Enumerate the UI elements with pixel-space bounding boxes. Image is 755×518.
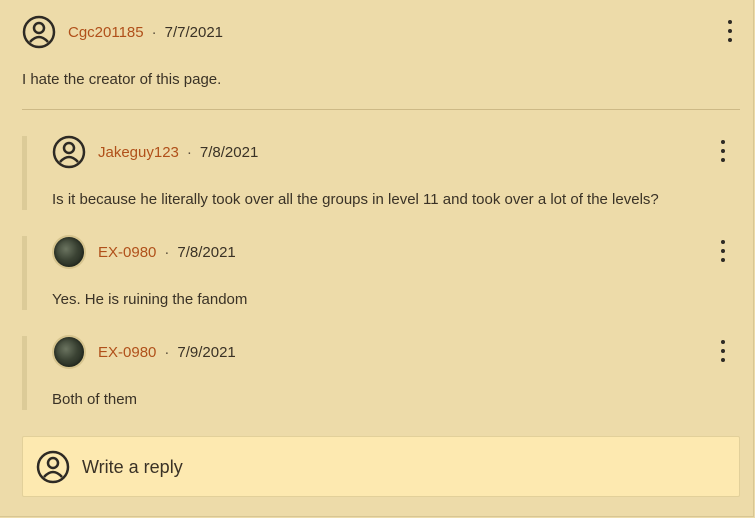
comment-thread: Cgc201185 · 7/7/2021 I hate the creator … [0,0,754,517]
more-options-icon[interactable] [718,140,728,162]
comment-text: Is it because he literally took over all… [52,191,659,208]
user-avatar-icon [36,450,70,484]
separator: · [186,143,192,161]
comment-date: 7/9/2021 [177,343,236,361]
comment-header: EX-0980 · 7/8/2021 [52,235,236,269]
separator: · [164,343,170,361]
comment-header: Cgc201185 · 7/7/2021 [22,15,223,49]
username-link[interactable]: EX-0980 [98,344,156,361]
comment-date: 7/7/2021 [164,23,224,41]
reply-thread-line [22,136,27,210]
comment-header: EX-0980 · 7/9/2021 [52,335,236,369]
username-link[interactable]: Jakeguy123 [98,144,179,161]
comment-text: Both of them [52,391,138,408]
comment-date: 7/8/2021 [199,143,259,161]
user-avatar-icon[interactable] [52,135,86,169]
more-options-icon[interactable] [718,240,728,262]
username-link[interactable]: Cgc201185 [68,24,144,41]
comment-header: Jakeguy123 · 7/8/2021 [52,135,258,169]
user-avatar-photo[interactable] [52,235,86,269]
comment-text: Yes. He is ruining the fandom [52,291,248,308]
separator: · [151,23,157,41]
reply-input[interactable]: Write a reply [22,436,740,497]
comment-date: 7/8/2021 [177,243,236,261]
more-options-icon[interactable] [718,340,728,362]
comment-text: I hate the creator of this page. [22,71,222,88]
divider [22,109,740,110]
separator: · [164,243,170,261]
reply-thread-line [22,336,27,410]
reply-thread-line [22,236,27,310]
username-link[interactable]: EX-0980 [98,244,156,261]
user-avatar-icon[interactable] [22,15,56,49]
more-options-icon[interactable] [725,20,735,42]
reply-placeholder: Write a reply [82,457,183,477]
user-avatar-photo[interactable] [52,335,86,369]
